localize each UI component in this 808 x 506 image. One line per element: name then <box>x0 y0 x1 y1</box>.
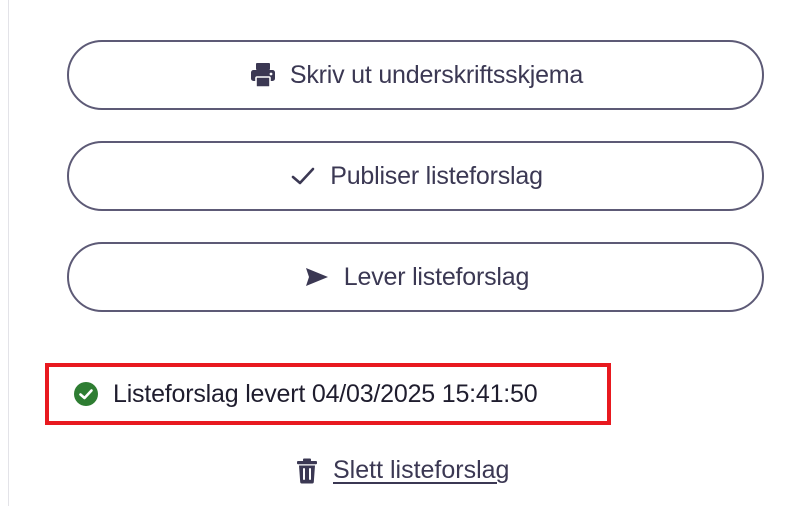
printer-icon <box>248 60 278 90</box>
publish-button-label: Publiser listeforslag <box>330 161 543 190</box>
trash-icon <box>295 457 319 485</box>
check-circle-icon <box>71 379 101 409</box>
deliver-button-label: Lever listeforslag <box>343 262 530 291</box>
delete-link-label: Slett listeforslag <box>333 456 510 484</box>
deliver-list-proposal-button[interactable]: Lever listeforslag <box>67 242 764 312</box>
publish-list-proposal-button[interactable]: Publiser listeforslag <box>67 141 764 211</box>
delivery-status-message: Listeforslag levert 04/03/2025 15:41:50 <box>45 363 611 425</box>
delivery-status-text: Listeforslag levert 04/03/2025 15:41:50 <box>113 379 538 408</box>
send-icon <box>302 262 332 292</box>
checkmark-icon <box>288 161 318 191</box>
print-signature-form-button[interactable]: Skriv ut underskriftsskjema <box>67 40 764 110</box>
delete-list-proposal-link[interactable]: Slett listeforslag <box>295 456 509 485</box>
left-divider <box>8 0 9 506</box>
page: Skriv ut underskriftsskjema Publiser lis… <box>0 0 808 506</box>
print-button-label: Skriv ut underskriftsskjema <box>289 60 584 89</box>
